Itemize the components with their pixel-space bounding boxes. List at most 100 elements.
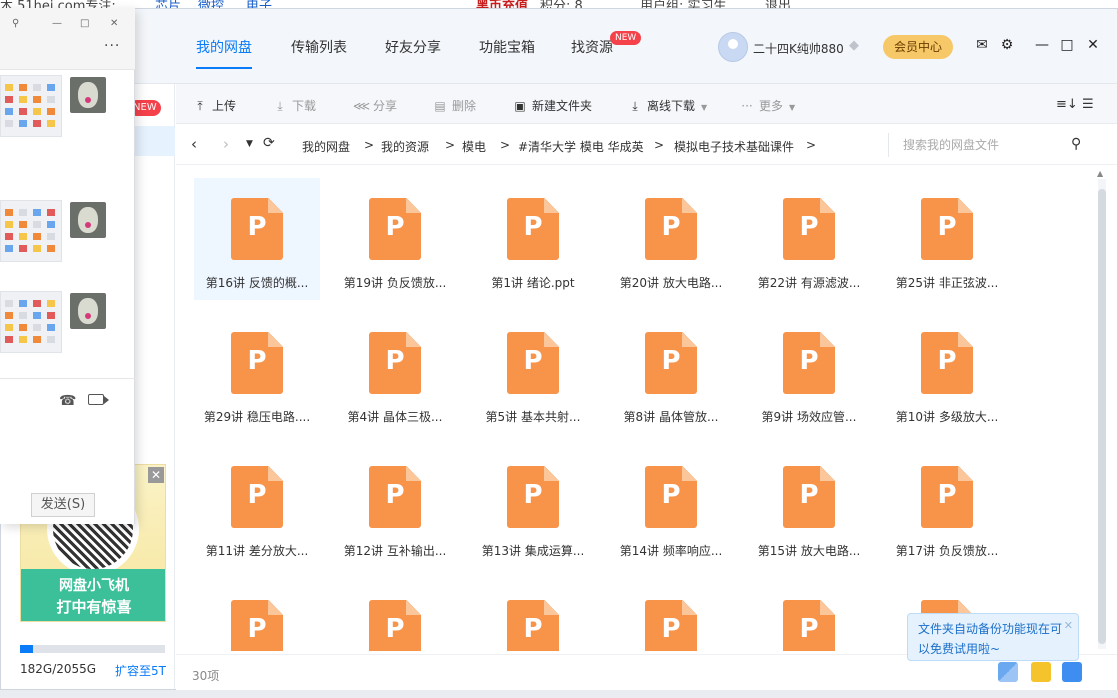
top-navigation-bar: 我的网盘 传输列表 好友分享 功能宝箱 找资源 NEW 二十四K纯帅880 ◆ … xyxy=(1,9,1117,84)
avatar[interactable] xyxy=(70,293,106,329)
thumbnail-tile xyxy=(19,84,27,91)
file-item[interactable]: P 第25讲 非正弦波... xyxy=(884,178,1010,300)
search-icon[interactable]: ⚲ xyxy=(1071,136,1081,152)
thumbnail-tile xyxy=(47,96,55,103)
chat-maximize-icon[interactable]: □ xyxy=(80,18,89,29)
ppt-file-icon-fold xyxy=(682,198,697,213)
apps-grid-icon[interactable] xyxy=(998,662,1018,682)
chat-close-icon[interactable]: ✕ xyxy=(110,18,118,29)
file-item[interactable]: P 第29讲 稳压电路.... xyxy=(194,312,320,434)
thumbnail-tile xyxy=(47,336,55,343)
user-avatar[interactable] xyxy=(718,32,748,62)
ppt-file-icon-letter: P xyxy=(661,480,681,510)
folder-backup-icon[interactable] xyxy=(1031,662,1051,682)
file-item[interactable]: P 第19讲 负反馈放... xyxy=(332,178,458,300)
tab-feature-box[interactable]: 功能宝箱 xyxy=(479,37,535,57)
file-item[interactable]: P xyxy=(332,580,458,651)
file-item[interactable]: P 第22讲 有源滤波... xyxy=(746,178,872,300)
chevron-down-icon: ▼ xyxy=(789,103,796,112)
delete-button[interactable]: ▤ 删除 xyxy=(432,97,476,114)
ppt-file-icon-fold xyxy=(268,600,283,615)
close-icon[interactable]: ✕ xyxy=(1085,37,1101,53)
file-item[interactable]: P 第8讲 晶体管放... xyxy=(608,312,734,434)
pin-icon[interactable]: ⚲ xyxy=(12,18,19,29)
file-name: 第4讲 晶体三极... xyxy=(347,410,443,424)
breadcrumb-item[interactable]: #清华大学 模电 华成英 xyxy=(518,138,644,155)
tab-my-netdisk[interactable]: 我的网盘 xyxy=(196,37,252,57)
tab-friend-share[interactable]: 好友分享 xyxy=(385,37,441,57)
storage-usage-fill xyxy=(20,645,33,653)
minimize-icon[interactable]: — xyxy=(1034,37,1050,53)
chat-more-icon[interactable]: ··· xyxy=(104,38,120,54)
ppt-file-icon-letter: P xyxy=(799,212,819,242)
file-item[interactable]: P 第14讲 频率响应... xyxy=(608,446,734,568)
thumbnail-tile xyxy=(19,221,27,228)
ppt-file-icon-fold xyxy=(268,332,283,347)
file-item[interactable]: P xyxy=(746,580,872,651)
tab-transfer-list[interactable]: 传输列表 xyxy=(291,37,347,57)
file-item[interactable]: P 第9讲 场效应管... xyxy=(746,312,872,434)
member-center-button[interactable]: 会员中心 xyxy=(883,35,953,59)
file-item[interactable]: P 第11讲 差分放大... xyxy=(194,446,320,568)
file-item[interactable]: P 第16讲 反馈的概... xyxy=(194,178,320,300)
user-name[interactable]: 二十四K纯帅880 xyxy=(753,40,844,57)
scrollbar-thumb[interactable] xyxy=(1098,189,1106,644)
list-view-icon[interactable]: ☰ xyxy=(1082,97,1094,112)
breadcrumb-item[interactable]: 我的资源 xyxy=(381,138,429,155)
phone-icon[interactable]: ☎ xyxy=(59,393,76,409)
promo-close-icon[interactable]: ✕ xyxy=(148,467,164,483)
refresh-icon[interactable]: ⟳ xyxy=(263,135,275,151)
search-input[interactable] xyxy=(888,133,1088,157)
chat-image-thumbnail[interactable] xyxy=(0,200,62,262)
chat-image-thumbnail[interactable] xyxy=(0,291,62,353)
file-item[interactable]: P 第12讲 互补输出... xyxy=(332,446,458,568)
file-item[interactable]: P 第4讲 晶体三极... xyxy=(332,312,458,434)
breadcrumb-item[interactable]: 我的网盘 xyxy=(302,138,350,155)
file-item[interactable]: P 第17讲 负反馈放... xyxy=(884,446,1010,568)
thumbnail-tile xyxy=(5,84,13,91)
breadcrumb-item[interactable]: 模电 xyxy=(462,138,486,155)
breadcrumb-separator-icon: > xyxy=(445,138,456,152)
scroll-up-icon[interactable]: ▲ xyxy=(1097,169,1103,178)
offline-download-button[interactable]: ⤓ 离线下载 ▼ xyxy=(627,97,707,114)
download-button[interactable]: ⤓ 下载 xyxy=(272,97,316,114)
tooltip-close-icon[interactable]: ✕ xyxy=(1064,616,1073,636)
more-button[interactable]: ··· 更多 ▼ xyxy=(739,97,795,114)
settings-icon[interactable]: ⚙ xyxy=(999,37,1015,53)
share-button[interactable]: ⋘ 分享 xyxy=(353,97,397,114)
upload-button[interactable]: ⤒ 上传 xyxy=(192,97,236,114)
breadcrumb-item[interactable]: 模拟电子技术基础课件 xyxy=(674,138,794,155)
send-button[interactable]: 发送(S) xyxy=(31,493,95,517)
new-badge: NEW xyxy=(610,31,642,45)
avatar[interactable] xyxy=(70,77,106,113)
file-item[interactable]: P 第1讲 绪论.ppt xyxy=(470,178,596,300)
video-icon[interactable] xyxy=(88,394,109,405)
file-item[interactable]: P 第10讲 多级放大... xyxy=(884,312,1010,434)
tab-find-resources[interactable]: 找资源 xyxy=(571,37,613,57)
scrollbar[interactable] xyxy=(1098,179,1106,649)
new-folder-button[interactable]: ▣ 新建文件夹 xyxy=(512,97,592,114)
thumbnail-tile xyxy=(5,120,13,127)
mail-icon[interactable]: ✉ xyxy=(974,37,990,53)
avatar[interactable] xyxy=(70,202,106,238)
file-item[interactable]: P 第13讲 集成运算... xyxy=(470,446,596,568)
sort-icon[interactable]: ≡↓ xyxy=(1056,97,1078,112)
ppt-file-icon-fold xyxy=(682,600,697,615)
file-item[interactable]: P xyxy=(608,580,734,651)
chat-minimize-icon[interactable]: — xyxy=(52,18,62,29)
maximize-icon[interactable]: □ xyxy=(1059,37,1075,53)
storage-expand-link[interactable]: 扩容至5T xyxy=(115,662,166,679)
thumbnail-tile xyxy=(33,324,41,331)
file-item[interactable]: P xyxy=(194,580,320,651)
history-dropdown-icon[interactable]: ▼ xyxy=(246,139,253,149)
file-item[interactable]: P xyxy=(470,580,596,651)
forward-icon[interactable]: › xyxy=(223,135,229,153)
chat-image-thumbnail[interactable] xyxy=(0,75,62,137)
ppt-file-icon-fold xyxy=(544,466,559,481)
file-item[interactable]: P 第15讲 放大电路... xyxy=(746,446,872,568)
lock-icon[interactable] xyxy=(1062,662,1082,682)
ppt-file-icon-fold xyxy=(406,198,421,213)
file-item[interactable]: P 第5讲 基本共射... xyxy=(470,312,596,434)
file-item[interactable]: P 第20讲 放大电路... xyxy=(608,178,734,300)
back-icon[interactable]: ‹ xyxy=(191,135,197,153)
